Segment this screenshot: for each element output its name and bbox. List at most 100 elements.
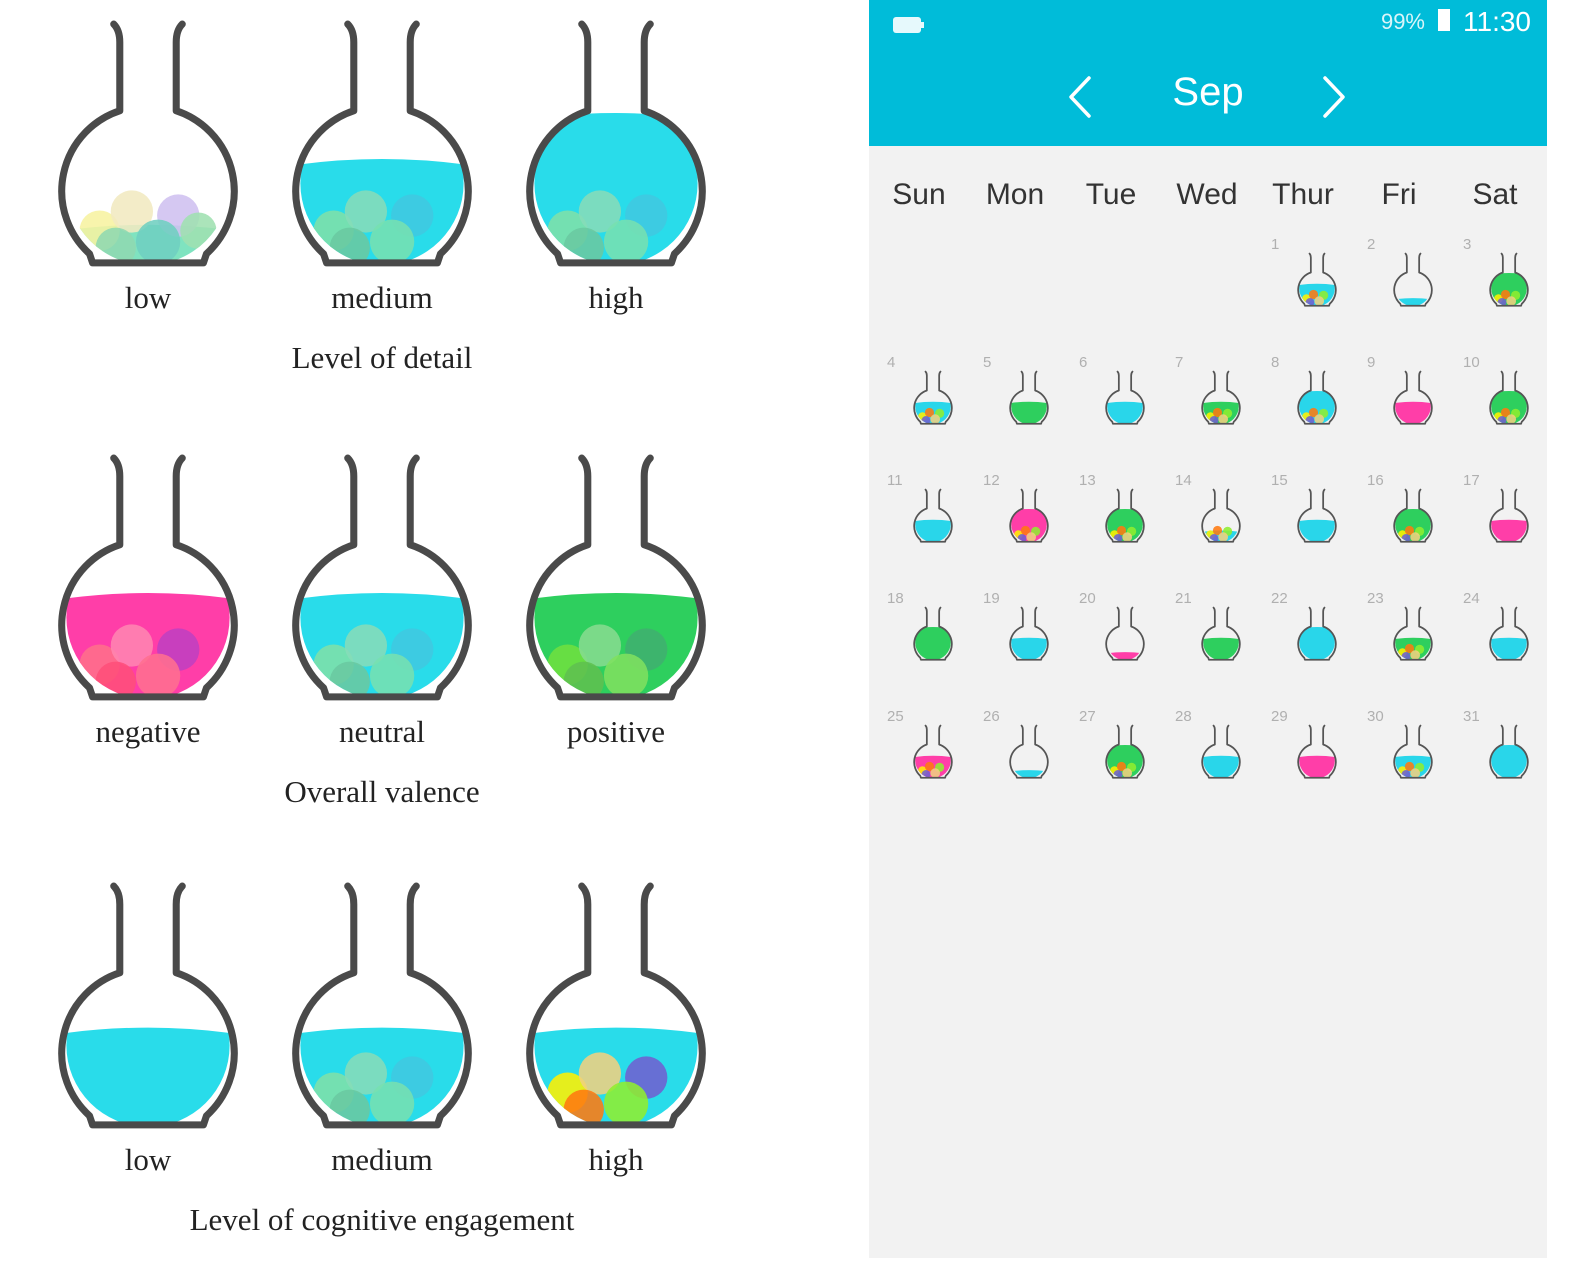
flask-icon xyxy=(292,20,472,267)
calendar-day[interactable]: 5 xyxy=(979,354,1075,472)
calendar-day[interactable]: 18 xyxy=(883,590,979,708)
flask-icon xyxy=(1297,252,1337,307)
day-number: 6 xyxy=(1079,354,1088,371)
calendar-day[interactable]: 28 xyxy=(1171,708,1267,826)
flask-ball xyxy=(1314,296,1325,306)
calendar-day[interactable]: 3 xyxy=(1459,236,1555,354)
legend-item-neutral: neutral xyxy=(272,448,492,768)
day-number: 15 xyxy=(1271,472,1288,489)
flask-icon xyxy=(58,882,238,1129)
flask-icon xyxy=(1489,488,1529,543)
flask-icon xyxy=(1393,488,1433,543)
flask-liquid xyxy=(1011,637,1047,661)
day-number: 10 xyxy=(1463,354,1480,371)
legend-item-label: high xyxy=(588,1142,644,1177)
flask-liquid xyxy=(1395,401,1431,425)
calendar-day[interactable]: 22 xyxy=(1267,590,1363,708)
legend-section: low medium high Level of detail xyxy=(0,14,780,414)
calendar-day[interactable]: 2 xyxy=(1363,236,1459,354)
flask-ball xyxy=(1506,414,1517,424)
flask-liquid xyxy=(1299,519,1335,543)
flask-liquid xyxy=(1011,401,1047,425)
day-number: 26 xyxy=(983,708,1000,725)
calendar-day[interactable]: 15 xyxy=(1267,472,1363,590)
flask-liquid xyxy=(1203,755,1239,779)
calendar-day[interactable]: 27 xyxy=(1075,708,1171,826)
day-number: 5 xyxy=(983,354,992,371)
flask-ball xyxy=(603,1081,649,1126)
day-number: 28 xyxy=(1175,708,1192,725)
day-number: 12 xyxy=(983,472,1000,489)
day-number: 7 xyxy=(1175,354,1184,371)
flask-liquid xyxy=(915,519,951,543)
day-number: 11 xyxy=(887,472,903,489)
flask-liquid xyxy=(1299,755,1335,779)
flask-liquid xyxy=(1491,519,1527,543)
calendar-day[interactable]: 25 xyxy=(883,708,979,826)
flask-liquid xyxy=(1203,637,1239,661)
calendar-grid: 1 2 3 4 5 6 7 8 9 10 11 12 13 14 15 16 17 18 19 20 21 22 23 24 2… xyxy=(869,0,1547,1258)
day-number: 13 xyxy=(1079,472,1096,489)
calendar-day[interactable]: 23 xyxy=(1363,590,1459,708)
calendar-day[interactable]: 11 xyxy=(883,472,979,590)
calendar-day[interactable]: 1 xyxy=(1267,236,1363,354)
flask-ball xyxy=(1122,768,1133,778)
legend-item-label: high xyxy=(588,280,644,315)
day-number: 25 xyxy=(887,708,904,725)
calendar-screen: 99% 11:30 Sep Sun Mon Tue Wed Thur Fri Sat 123… xyxy=(869,0,1547,1258)
flask-icon xyxy=(526,20,706,267)
calendar-day[interactable]: 12 xyxy=(979,472,1075,590)
flask-ball xyxy=(930,414,941,424)
legend-item-label: neutral xyxy=(338,714,426,749)
flask-icon xyxy=(1489,252,1529,307)
flask-icon xyxy=(526,882,706,1129)
calendar-day[interactable]: 7 xyxy=(1171,354,1267,472)
flask-icon xyxy=(1201,488,1241,543)
flask-ball xyxy=(1410,532,1421,542)
day-number: 9 xyxy=(1367,354,1376,371)
calendar-day[interactable]: 21 xyxy=(1171,590,1267,708)
legend-item-negative: negative xyxy=(38,448,258,768)
legend-panel: low medium high Level of detail negative neut… xyxy=(0,0,870,1278)
day-number: 21 xyxy=(1175,590,1192,607)
day-number: 18 xyxy=(887,590,904,607)
flask-ball xyxy=(1314,414,1325,424)
flask-ball xyxy=(135,653,181,698)
legend-section-title: Level of cognitive engagement xyxy=(189,1202,575,1237)
legend-item-high: high xyxy=(506,14,726,334)
calendar-day[interactable]: 29 xyxy=(1267,708,1363,826)
flask-outline xyxy=(1009,724,1049,779)
flask-icon xyxy=(1009,370,1049,425)
calendar-day[interactable]: 19 xyxy=(979,590,1075,708)
day-number: 24 xyxy=(1463,590,1480,607)
flask-icon xyxy=(1297,370,1337,425)
legend-item-label: medium xyxy=(331,280,433,315)
calendar-day[interactable]: 17 xyxy=(1459,472,1555,590)
calendar-day[interactable]: 13 xyxy=(1075,472,1171,590)
day-number: 1 xyxy=(1271,236,1280,253)
calendar-day[interactable]: 8 xyxy=(1267,354,1363,472)
flask-icon xyxy=(1489,606,1529,661)
flask-icon xyxy=(1393,724,1433,779)
calendar-day[interactable]: 14 xyxy=(1171,472,1267,590)
calendar-day[interactable]: 4 xyxy=(883,354,979,472)
calendar-day[interactable]: 30 xyxy=(1363,708,1459,826)
calendar-day[interactable]: 31 xyxy=(1459,708,1555,826)
flask-ball xyxy=(135,219,181,264)
flask-liquid xyxy=(66,1027,230,1127)
calendar-day[interactable]: 26 xyxy=(979,708,1075,826)
day-number: 22 xyxy=(1271,590,1288,607)
calendar-day[interactable]: 9 xyxy=(1363,354,1459,472)
legend-item-positive: positive xyxy=(506,448,726,768)
calendar-day[interactable]: 6 xyxy=(1075,354,1171,472)
calendar-day[interactable]: 10 xyxy=(1459,354,1555,472)
flask-icon xyxy=(1105,488,1145,543)
flask-icon xyxy=(1201,606,1241,661)
legend-item-low: low xyxy=(38,876,258,1196)
flask-icon xyxy=(292,882,472,1129)
flask-ball xyxy=(180,212,217,249)
calendar-day[interactable]: 16 xyxy=(1363,472,1459,590)
calendar-day[interactable]: 24 xyxy=(1459,590,1555,708)
day-number: 23 xyxy=(1367,590,1384,607)
calendar-day[interactable]: 20 xyxy=(1075,590,1171,708)
